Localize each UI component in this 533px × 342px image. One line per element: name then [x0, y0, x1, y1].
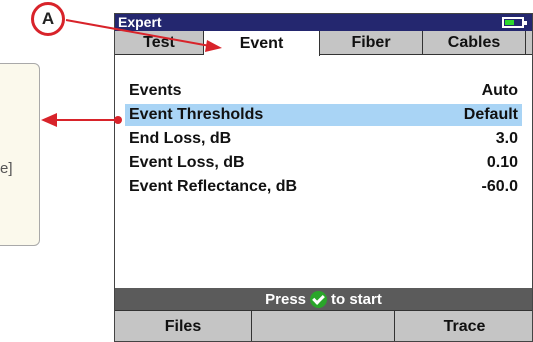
- setting-row-events[interactable]: Events Auto: [125, 80, 522, 102]
- setting-label: Event Thresholds: [129, 106, 264, 123]
- status-text-before: Press: [265, 290, 307, 308]
- tab-test[interactable]: Test: [115, 31, 204, 55]
- setting-label: Event Reflectance, dB: [129, 178, 298, 195]
- title-bar: Expert: [115, 14, 532, 31]
- softkey-bar: Files Trace: [115, 310, 532, 341]
- callout-pointer-head: [41, 113, 57, 127]
- callout-box: [0, 63, 40, 246]
- tab-bar: Test Event Fiber Cables: [115, 31, 532, 56]
- setting-label: End Loss, dB: [129, 130, 232, 147]
- setting-row-end-loss[interactable]: End Loss, dB 3.0: [125, 128, 522, 150]
- setting-value: Auto: [481, 82, 518, 99]
- callout-fragment-text: e]: [0, 160, 13, 177]
- setting-value: Default: [463, 106, 518, 123]
- softkey-empty[interactable]: [252, 311, 395, 341]
- check-icon: [310, 290, 328, 308]
- setting-label: Events: [129, 82, 182, 99]
- battery-icon: [502, 17, 527, 28]
- setting-value: -60.0: [481, 178, 518, 195]
- status-text-after: to start: [331, 290, 382, 308]
- setting-value: 3.0: [495, 130, 518, 147]
- battery-level: [505, 20, 514, 25]
- setting-row-event-loss[interactable]: Event Loss, dB 0.10: [125, 152, 522, 174]
- annotation-marker-a: A: [31, 2, 65, 36]
- softkey-trace[interactable]: Trace: [395, 311, 532, 341]
- tab-cables[interactable]: Cables: [423, 31, 526, 55]
- setting-row-event-thresholds[interactable]: Event Thresholds Default: [125, 104, 522, 126]
- status-bar: Press to start: [115, 288, 532, 310]
- softkey-files[interactable]: Files: [115, 311, 252, 341]
- setting-row-event-reflectance[interactable]: Event Reflectance, dB -60.0: [125, 176, 522, 198]
- window-title: Expert: [118, 14, 162, 30]
- setting-label: Event Loss, dB: [129, 154, 245, 171]
- tab-event[interactable]: Event: [204, 31, 320, 56]
- setting-value: 0.10: [486, 154, 518, 171]
- settings-list: Events Auto Event Thresholds Default End…: [115, 80, 532, 200]
- device-screen: Expert Test Event Fiber Cables Events Au…: [114, 13, 533, 342]
- tab-fiber[interactable]: Fiber: [320, 31, 423, 55]
